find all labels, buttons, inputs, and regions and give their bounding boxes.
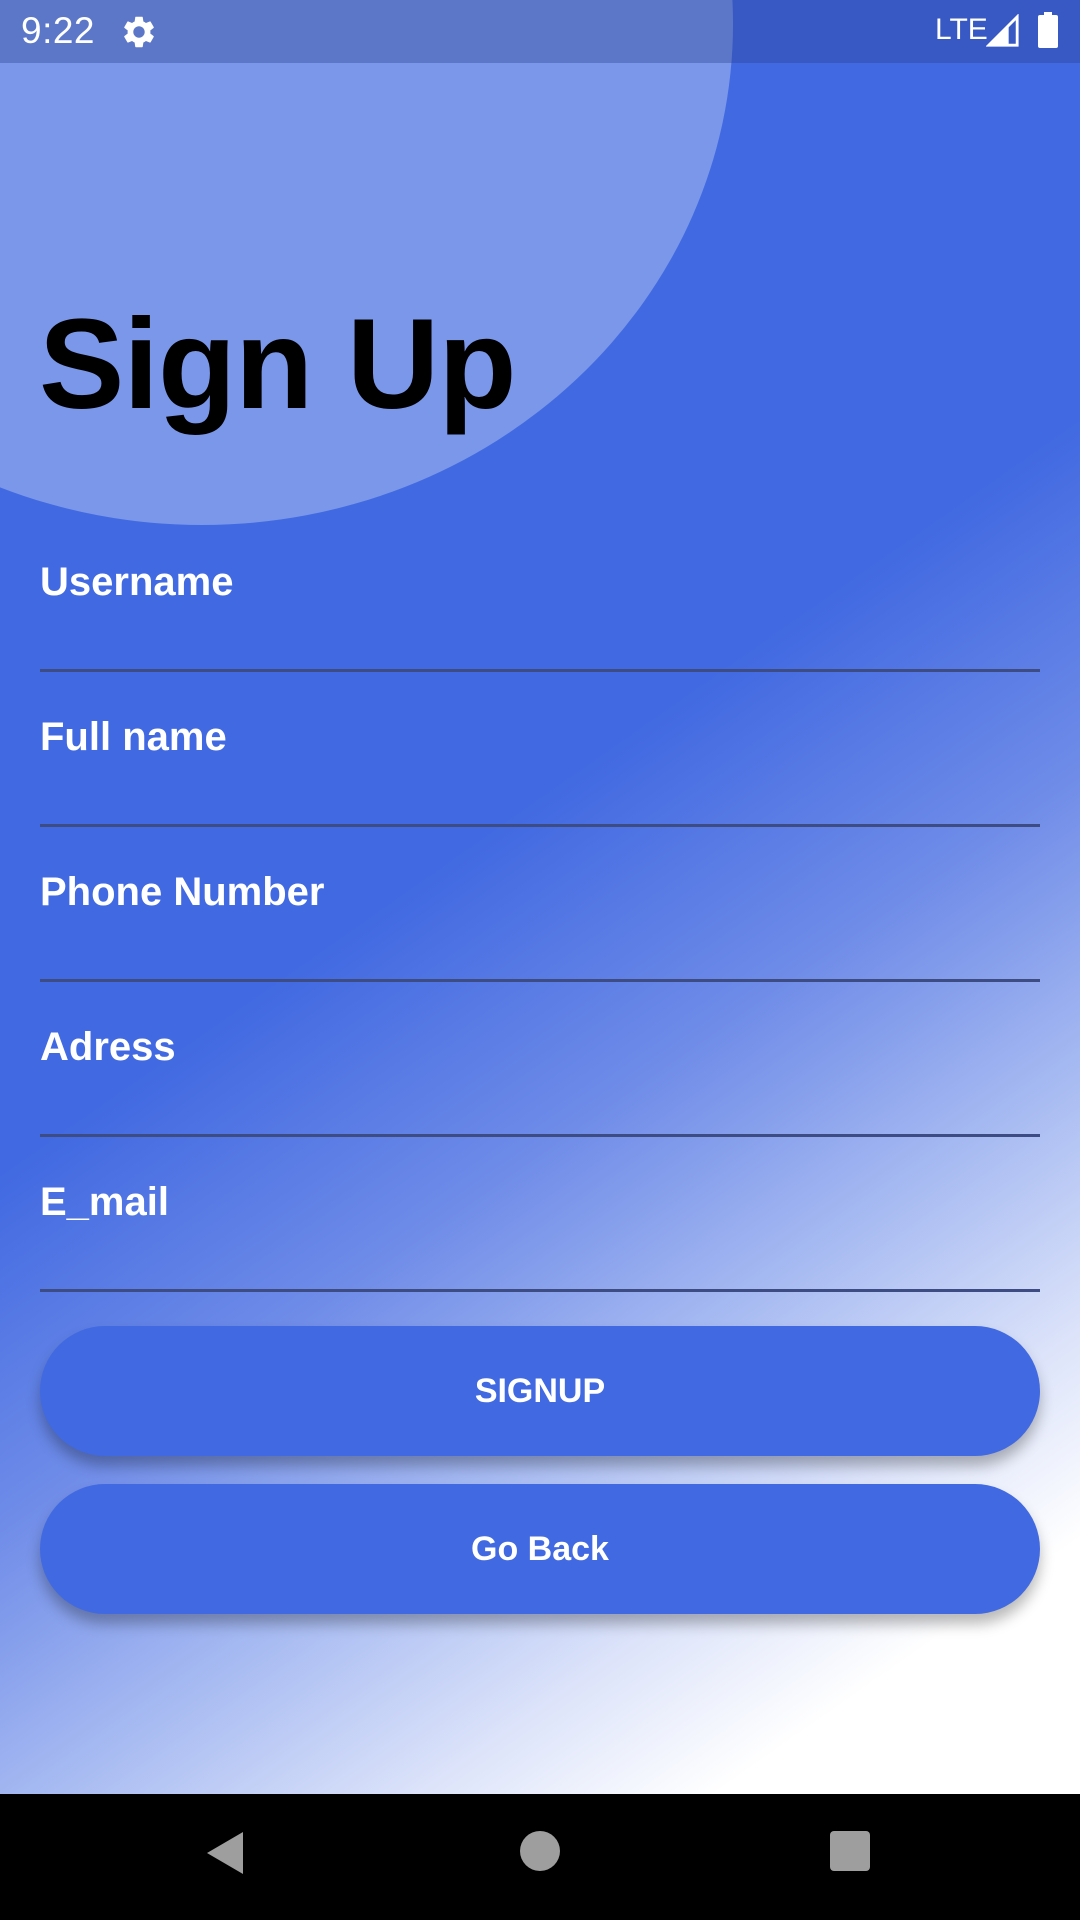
address-label: Adress [40, 1025, 176, 1069]
decorative-circle [0, 0, 733, 525]
email-label: E_mail [40, 1180, 169, 1224]
settings-gear-icon [124, 16, 154, 48]
home-icon[interactable] [520, 1831, 560, 1871]
signup-button[interactable]: SIGNUP [40, 1326, 1040, 1456]
signal-icon [986, 14, 1019, 47]
recent-apps-icon[interactable] [830, 1831, 870, 1871]
go-back-button[interactable]: Go Back [40, 1484, 1040, 1614]
signup-screen: 9:22 LTE Sign Up Username Full name Phon… [0, 0, 1080, 1794]
status-time: 9:22 [21, 10, 96, 51]
full-name-field[interactable]: Full name [40, 707, 1040, 827]
battery-icon [1038, 12, 1058, 48]
phone-number-underline [40, 979, 1040, 982]
email-underline [40, 1289, 1040, 1292]
status-bar: 9:22 LTE [0, 0, 1080, 63]
page-title: Sign Up [39, 293, 516, 436]
address-field[interactable]: Adress [40, 1017, 1040, 1137]
navigation-bar [0, 1794, 1080, 1920]
address-underline [40, 1134, 1040, 1137]
full-name-underline [40, 824, 1040, 827]
phone-number-label: Phone Number [40, 870, 325, 914]
phone-number-field[interactable]: Phone Number [40, 862, 1040, 982]
username-underline [40, 669, 1040, 672]
email-field[interactable]: E_mail [40, 1172, 1040, 1292]
username-field[interactable]: Username [40, 552, 1040, 672]
username-label: Username [40, 560, 234, 604]
back-icon[interactable] [205, 1830, 245, 1876]
full-name-label: Full name [40, 715, 227, 759]
network-type: LTE [935, 13, 988, 46]
